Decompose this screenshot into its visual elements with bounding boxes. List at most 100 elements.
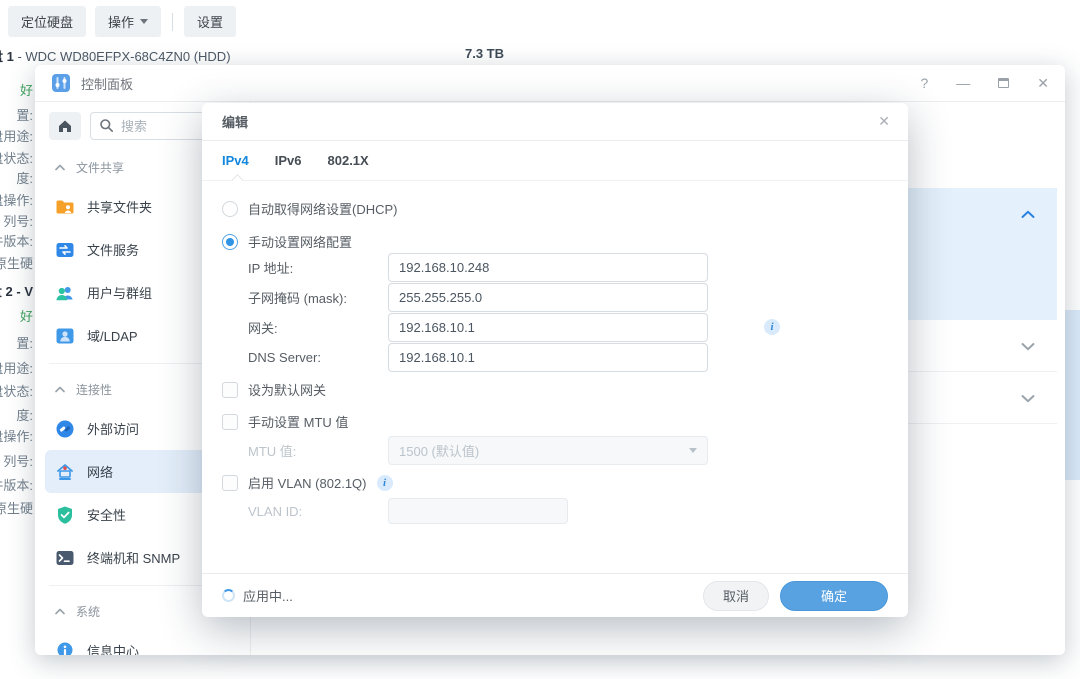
dhcp-radio-label: 自动取得网络设置(DHCP) [248,199,398,218]
mtu-selected-value: 1500 (默认值) [399,441,479,460]
sidebar-item-label: 网络 [87,462,113,481]
sidebar-item-label: 共享文件夹 [87,197,152,216]
sidebar-item-label: 安全性 [87,505,126,524]
home-icon [57,118,73,134]
clipped-label: 件版本: [0,475,33,494]
default-gateway-check-row[interactable]: 设为默认网关 [222,380,326,399]
disk-capacity: 7.3 TB [465,46,504,61]
action-dropdown-label: 操作 [108,12,134,31]
maximize-button[interactable] [998,78,1009,88]
sidebar-item-info-center[interactable]: 信息中心 [45,629,240,655]
section-label: 系统 [76,603,100,620]
edit-network-dialog: 编辑 ✕ IPv4 IPv6 802.1X 自动取得网络设置(DHCP) 手动设… [202,103,908,617]
shared-folder-icon [55,197,75,217]
domain-ldap-icon [55,326,75,346]
screen: 定位硬盘 操作 设置 盘 1 - WDC WD80EFPX-68C4ZN0 (H… [0,0,1080,679]
sidebar-item-label: 信息中心 [87,641,139,655]
dns-input[interactable] [388,343,708,372]
vlan-info-icon[interactable]: i [377,475,393,491]
dialog-body: 自动取得网络设置(DHCP) 手动设置网络配置 IP 地址: 子网掩码 (mas… [202,103,908,617]
manual-mtu-checkbox[interactable] [222,414,238,430]
file-services-icon [55,240,75,260]
subnet-mask-input[interactable] [388,283,708,312]
clipped-label: 盘用途: [0,358,33,377]
search-icon [99,118,114,133]
clipped-label: 置: [16,105,33,124]
chevron-up-icon[interactable] [1021,210,1035,219]
chevron-up-icon [55,164,65,171]
help-button[interactable]: ? [920,76,928,90]
vlan-check-label: 启用 VLAN (802.1Q) [248,473,367,492]
dns-row: DNS Server: [248,343,708,372]
vlan-id-row: VLAN ID: [248,498,568,524]
clipped-label: 原生硬 [0,253,33,272]
dhcp-radio[interactable] [222,201,238,217]
clipped-label: 置: [16,333,33,352]
clipped-label: 度: [16,168,33,187]
default-gateway-label: 设为默认网关 [248,380,326,399]
sidebar-item-label: 域/LDAP [87,326,138,345]
clipped-label: 好 [20,306,33,325]
dialog-footer: 应用中... 取消 确定 [202,573,908,617]
locate-drive-button[interactable]: 定位硬盘 [8,6,86,37]
minimize-button[interactable]: — [956,76,970,90]
applying-status: 应用中... [243,586,293,605]
manual-mtu-label: 手动设置 MTU 值 [248,412,348,431]
clipped-label: 盘用途: [0,126,33,145]
mtu-value-row: MTU 值: 1500 (默认值) [248,436,708,465]
window-controls: ? — ✕ [920,76,1049,90]
user-group-icon [55,283,75,303]
gateway-input[interactable] [388,313,708,342]
clipped-label: 盘状态: [0,381,33,400]
ok-button[interactable]: 确定 [780,581,888,611]
clipped-disk2-title: 盘 2 - V [0,281,33,300]
security-shield-icon [55,505,75,525]
external-access-icon [55,419,75,439]
default-gateway-checkbox[interactable] [222,382,238,398]
sidebar-item-label: 终端机和 SNMP [87,548,180,567]
close-window-button[interactable]: ✕ [1037,76,1049,90]
sidebar-item-label: 外部访问 [87,419,139,438]
ip-address-row: IP 地址: [248,253,708,282]
toolbar-divider [172,13,173,31]
clipped-label: 列号: [3,211,33,230]
chevron-up-icon [55,386,65,393]
disk-title: 盘 1 - WDC WD80EFPX-68C4ZN0 (HDD) [0,46,231,65]
subnet-mask-label: 子网掩码 (mask): [248,288,388,307]
vlan-id-input [388,498,568,524]
dns-label: DNS Server: [248,350,388,365]
ip-address-input[interactable] [388,253,708,282]
home-button[interactable] [49,112,81,140]
window-title: 控制面板 [81,74,133,93]
settings-button[interactable]: 设置 [184,6,236,37]
mtu-value-label: MTU 值: [248,441,388,460]
gateway-info-icon[interactable]: i [764,319,780,335]
loading-spinner-icon [222,589,235,602]
mtu-select: 1500 (默认值) [388,436,708,465]
vlan-checkbox[interactable] [222,475,238,491]
cancel-button[interactable]: 取消 [703,581,769,611]
section-label: 连接性 [76,381,112,398]
manual-radio-row[interactable]: 手动设置网络配置 [222,232,352,251]
dhcp-radio-row[interactable]: 自动取得网络设置(DHCP) [222,199,398,218]
terminal-icon [55,548,75,568]
chevron-down-icon[interactable] [1021,342,1035,351]
clipped-label: 原生硬 [0,498,33,517]
manual-radio[interactable] [222,234,238,250]
gateway-label: 网关: [248,318,388,337]
info-center-icon [55,641,75,656]
subnet-mask-row: 子网掩码 (mask): [248,283,708,312]
manual-mtu-check-row[interactable]: 手动设置 MTU 值 [222,412,348,431]
network-icon [55,462,75,482]
section-label: 文件共享 [76,159,124,176]
window-titlebar[interactable]: 控制面板 ? — ✕ [35,65,1065,102]
disk-number: 盘 1 [0,49,14,64]
action-dropdown-button[interactable]: 操作 [95,6,161,37]
chevron-down-icon[interactable] [1021,394,1035,403]
control-panel-icon [51,73,71,93]
clipped-label: 度: [16,405,33,424]
chevron-up-icon [55,608,65,615]
clipped-label: 盘状态: [0,148,33,167]
vlan-check-row[interactable]: 启用 VLAN (802.1Q) i [222,473,393,492]
clipped-label: 盘操作: [0,426,33,445]
